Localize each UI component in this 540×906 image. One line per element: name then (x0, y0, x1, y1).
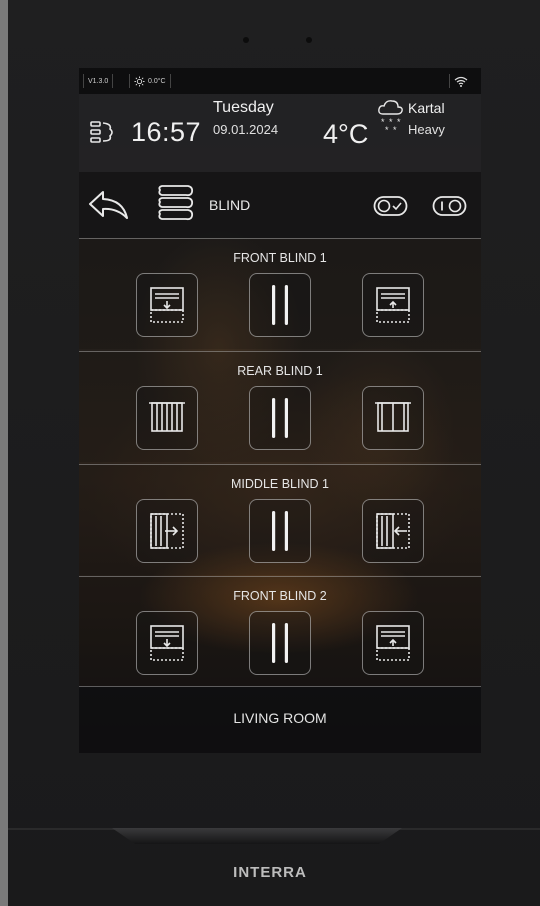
blind-slide-left-icon (376, 513, 410, 549)
blind-down-icon (150, 287, 184, 323)
page-toolbar (79, 172, 481, 238)
blind-down-button[interactable] (136, 273, 198, 337)
room-name-button[interactable]: LIVING ROOM (79, 710, 481, 726)
indoor-temp-indicator: 0.0°C (129, 74, 171, 88)
version-label: V1.3.0 (83, 74, 114, 88)
weather-city: Kartal (408, 100, 445, 116)
blind-up-icon (376, 625, 410, 661)
blind-pause-button[interactable] (249, 611, 311, 675)
svg-text:*: * (393, 125, 397, 135)
blind-slide-left-button[interactable] (362, 499, 424, 563)
wifi-icon (454, 76, 468, 87)
wall-edge (0, 0, 8, 906)
sun-icon (134, 75, 145, 87)
status-bar: V1.3.0 0.0°C (79, 68, 481, 94)
blind-down-icon (150, 625, 184, 661)
outdoor-temperature: 4°C (323, 119, 369, 149)
date: 09.01.2024 (213, 122, 279, 137)
wifi-indicator (449, 74, 472, 88)
snow-cloud-icon: * * * * * (378, 100, 403, 135)
blind-down-button[interactable] (136, 611, 198, 675)
vertical-blind-close-button[interactable] (136, 386, 198, 450)
blind-category-icon (158, 185, 194, 221)
blind-pause-button[interactable] (249, 386, 311, 450)
blind-row-rear-1: REAR BLIND 1 (79, 351, 481, 462)
pause-icon (272, 511, 288, 551)
blind-up-button[interactable] (362, 611, 424, 675)
toggle-check-icon[interactable] (373, 195, 409, 217)
vertical-blind-open-button[interactable] (362, 386, 424, 450)
weather-condition: Heavy (408, 122, 445, 137)
blind-row-title: REAR BLIND 1 (237, 364, 323, 378)
blind-up-button[interactable] (362, 273, 424, 337)
vertical-blind-open-icon (375, 402, 411, 432)
blind-slide-right-button[interactable] (136, 499, 198, 563)
page-title: BLIND (209, 197, 251, 213)
svg-text:*: * (397, 117, 401, 127)
camera-sensor (243, 37, 249, 43)
svg-text:*: * (385, 125, 389, 135)
pause-icon (272, 398, 288, 438)
vertical-blind-close-icon (149, 402, 185, 432)
proximity-sensor (306, 37, 312, 43)
toggle-power-icon[interactable] (432, 195, 468, 217)
blind-pause-button[interactable] (249, 499, 311, 563)
clock-time: 16:57 (131, 117, 202, 147)
pause-icon (272, 285, 288, 325)
device-handle (112, 828, 402, 844)
blind-slide-right-icon (150, 513, 184, 549)
weekday: Tuesday (213, 99, 274, 116)
blind-row-front-2: FRONT BLIND 2 (79, 576, 481, 687)
blind-row-front-1: FRONT BLIND 1 (79, 238, 481, 349)
menu-bars-icon[interactable] (90, 120, 116, 144)
blind-row-title: FRONT BLIND 2 (233, 589, 327, 603)
back-arrow-icon[interactable] (87, 188, 131, 222)
touch-screen: V1.3.0 0.0°C 16:57 Tuesday 09.01.2024 4°… (79, 68, 481, 753)
blind-row-middle-1: MIDDLE BLIND 1 (79, 464, 481, 575)
blind-row-title: FRONT BLIND 1 (233, 251, 327, 265)
blind-up-icon (376, 287, 410, 323)
pause-icon (272, 623, 288, 663)
blind-pause-button[interactable] (249, 273, 311, 337)
blind-row-title: MIDDLE BLIND 1 (231, 477, 329, 491)
brand-logo: INTERRA (233, 864, 307, 881)
